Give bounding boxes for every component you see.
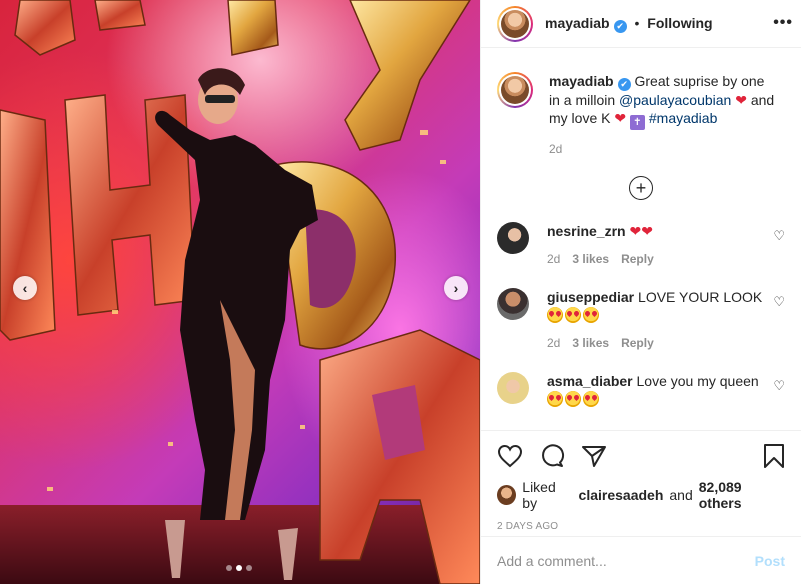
avatar[interactable] (497, 221, 529, 254)
separator-dot: • (634, 14, 640, 31)
post-actions: Liked by clairesaadeh and 82,089 others … (481, 430, 801, 532)
comment-meta: 2d 3 likes Reply (547, 336, 767, 350)
instagram-post-modal: ‹ › mayadiab ✔ • Following ••• mayadiab … (0, 0, 801, 584)
comment-body: giuseppediar LOVE YOUR LOOK (547, 288, 767, 324)
more-options-icon[interactable]: ••• (773, 14, 793, 32)
avatar[interactable] (497, 371, 529, 404)
plus-icon: + (635, 177, 647, 198)
add-comment-bar: Post (481, 536, 801, 584)
carousel-dot (246, 565, 252, 571)
following-button[interactable]: Following (647, 15, 712, 31)
liked-by-prefix: Liked by (522, 479, 556, 511)
comment-item: giuseppediar LOVE YOUR LOOK 2d 3 likes R… (497, 287, 785, 350)
liker-avatar[interactable] (497, 485, 517, 505)
heart-outline-icon[interactable] (497, 444, 523, 468)
mention-link[interactable]: @paulayacoubian (619, 92, 731, 108)
hashtag-link[interactable]: #mayadiab (649, 110, 718, 126)
carousel-prev-button[interactable]: ‹ (13, 276, 37, 300)
bookmark-icon[interactable] (763, 443, 785, 469)
verified-badge-icon: ✔ (613, 19, 627, 33)
comment-body: nesrine_zrn ❤❤ (547, 222, 767, 240)
comment-username[interactable]: giuseppediar (547, 289, 634, 305)
comment-item: nesrine_zrn ❤❤ 2d 3 likes Reply ♡ (497, 221, 785, 266)
caption: mayadiab ✔ Great suprise by one in a mill… (497, 72, 785, 156)
paper-plane-icon[interactable] (581, 444, 607, 468)
person-silhouette (155, 68, 318, 580)
comment-text: ❤❤ (629, 222, 653, 239)
caption-story-ring[interactable] (497, 72, 533, 108)
heart-eyes-emoji-icon (565, 390, 581, 407)
caption-time[interactable]: 2d (549, 142, 779, 156)
chevron-left-icon: ‹ (22, 280, 28, 296)
post-side-panel: mayadiab ✔ • Following ••• mayadiab ✔ Grea… (480, 0, 801, 584)
comment-like-heart-icon[interactable]: ♡ (773, 378, 785, 394)
verified-badge-icon: ✔ (617, 77, 631, 91)
comment-time[interactable]: 2d (547, 336, 560, 350)
comment-username[interactable]: asma_diaber (547, 373, 633, 389)
liker-username[interactable]: clairesaadeh (579, 487, 664, 503)
avatar[interactable] (497, 287, 529, 320)
liked-by-and: and (669, 487, 693, 503)
caption-username[interactable]: mayadiab (549, 73, 614, 89)
comment-like-heart-icon[interactable]: ♡ (773, 228, 785, 244)
carousel-indicator (226, 565, 252, 571)
comment-time[interactable]: 2d (547, 252, 560, 266)
comment-body: asma_diaber Love you my queen (547, 372, 767, 408)
avatar (501, 9, 529, 38)
heart-emoji: ❤ (614, 109, 627, 126)
heart-eyes-emoji-icon (565, 306, 581, 323)
author-username[interactable]: mayadiab (545, 15, 610, 31)
avatar (501, 76, 529, 104)
comment-likes[interactable]: 3 likes (572, 336, 609, 350)
comment-text: Love you my queen (636, 372, 759, 389)
heart-emoji: ❤ (735, 91, 747, 108)
story-ring[interactable] (497, 5, 533, 42)
chevron-right-icon: › (453, 280, 459, 296)
load-more-comments-button[interactable]: + (629, 175, 653, 200)
post-comment-button[interactable]: Post (755, 553, 785, 569)
header-info: mayadiab ✔ • Following (545, 15, 713, 33)
post-timestamp[interactable]: 2 DAYS AGO (497, 521, 785, 532)
comment-username[interactable]: nesrine_zrn (547, 223, 626, 239)
reply-button[interactable]: Reply (621, 252, 654, 266)
carousel-dot-active (236, 565, 242, 571)
reply-button[interactable]: Reply (621, 336, 654, 350)
comment-meta: 2d 3 likes Reply (547, 252, 767, 266)
comments-list[interactable]: mayadiab ✔ Great suprise by one in a mill… (481, 72, 801, 430)
cross-emoji-icon: ✝ (629, 114, 645, 130)
heart-eyes-emoji-icon (547, 306, 563, 323)
heart-eyes-emoji-icon (583, 306, 599, 323)
action-icon-row (497, 441, 785, 471)
carousel-next-button[interactable]: › (444, 276, 468, 300)
heart-eyes-emoji-icon (547, 390, 563, 407)
post-photo[interactable]: ‹ › (0, 0, 480, 584)
photo-scene (0, 0, 480, 584)
liked-by: Liked by clairesaadeh and 82,089 others (497, 479, 785, 511)
caption-text: mayadiab ✔ Great suprise by one in a mill… (549, 72, 779, 130)
post-header: mayadiab ✔ • Following ••• (481, 0, 801, 48)
comment-text: LOVE YOUR LOOK (638, 288, 763, 305)
comment-input[interactable] (497, 552, 755, 569)
heart-eyes-emoji-icon (583, 390, 599, 407)
comment-bubble-icon[interactable] (539, 444, 565, 468)
others-count[interactable]: 82,089 others (699, 479, 785, 511)
carousel-dot (226, 565, 232, 571)
comment-item: asma_diaber Love you my queen ♡ (497, 371, 785, 408)
comment-likes[interactable]: 3 likes (572, 252, 609, 266)
comment-like-heart-icon[interactable]: ♡ (773, 294, 785, 310)
